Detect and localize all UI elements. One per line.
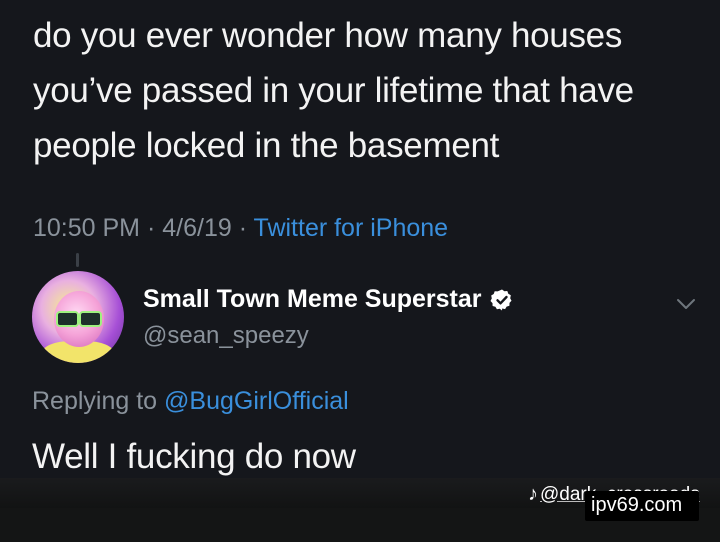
avatar[interactable] [32, 271, 124, 363]
meta-separator: · [238, 214, 248, 242]
verified-badge-icon [490, 289, 512, 310]
reply-text: Well I fucking do now [32, 437, 356, 476]
display-name[interactable]: Small Town Meme Superstar [143, 285, 482, 314]
site-watermark: ipv69.com [591, 494, 683, 516]
replying-prefix: Replying to [32, 387, 158, 415]
tweet-date: 4/6/19 [162, 214, 232, 242]
replying-to: Replying to @BugGirlOfficial [32, 387, 349, 416]
reply-author[interactable]: Small Town Meme Superstar [143, 285, 514, 314]
tweet-time: 10:50 PM [33, 214, 141, 242]
thread-line [76, 253, 79, 267]
chevron-down-icon[interactable] [675, 296, 697, 312]
tweet-text: do you ever wonder how many houses you’v… [33, 16, 634, 165]
mention-link[interactable]: @BugGirlOfficial [164, 387, 349, 415]
tweet-meta: 10:50 PM · 4/6/19 · Twitter for iPhone [33, 214, 448, 243]
tiktok-icon: ♪ [528, 483, 538, 505]
handle[interactable]: @sean_speezy [143, 322, 309, 350]
tweet-client-link[interactable]: Twitter for iPhone [254, 214, 449, 242]
meta-separator: · [146, 214, 156, 242]
